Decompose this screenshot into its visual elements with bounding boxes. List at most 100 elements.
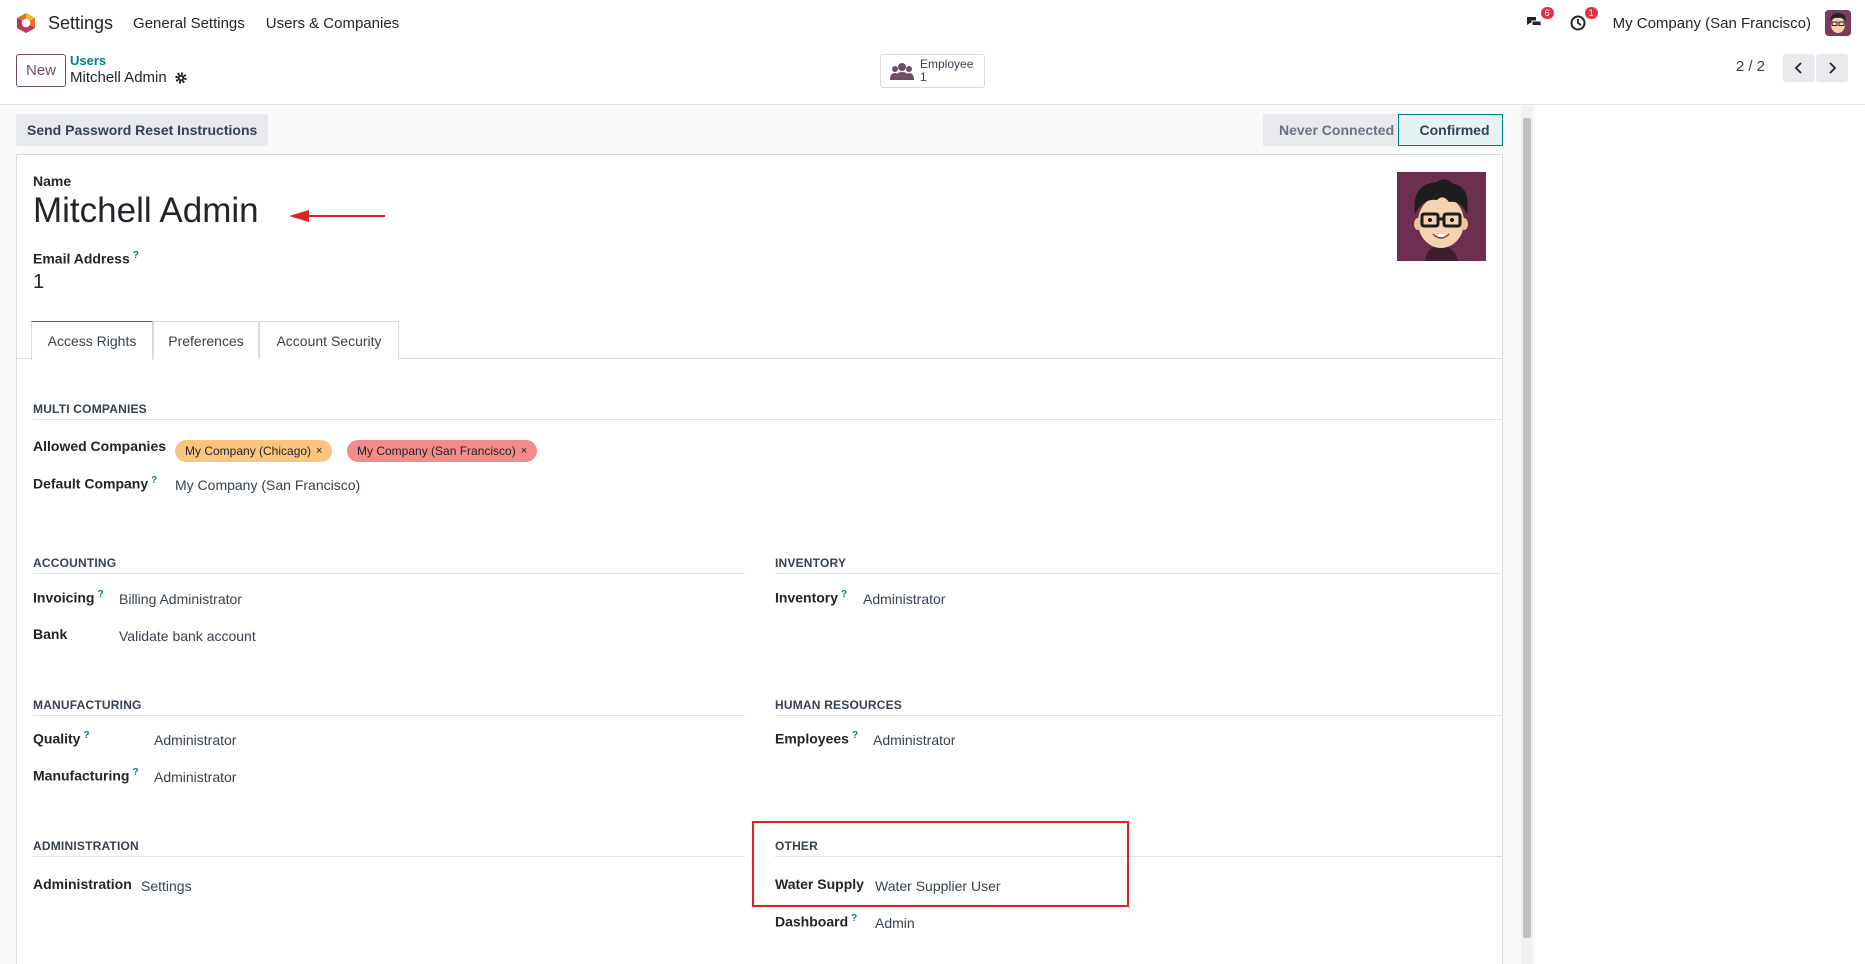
form-sheet: Name Mitchell Admin Email Address? 1 Acc… (16, 154, 1503, 964)
control-panel: New Users Mitchell Admin Employee 1 2 / … (0, 46, 1865, 105)
clock-icon (1570, 15, 1586, 31)
section-accounting: ACCOUNTING (33, 556, 117, 570)
scrollbar-thumb[interactable] (1523, 118, 1531, 938)
inventory-label-text: Inventory (775, 589, 839, 606)
section-human-resources: HUMAN RESOURCES (775, 698, 903, 712)
send-password-reset-button[interactable]: Send Password Reset Instructions (16, 114, 269, 146)
help-icon[interactable]: ? (132, 767, 138, 778)
help-icon[interactable]: ? (841, 589, 847, 600)
divider (33, 715, 745, 716)
company-switcher[interactable]: My Company (San Francisco) (1613, 15, 1811, 32)
bank-label: Bank (33, 626, 68, 642)
allowed-companies-label: Allowed Companies (33, 438, 167, 454)
employee-label: Employee (920, 57, 974, 71)
employees-label: Employees? (775, 730, 858, 747)
odoo-logo-icon[interactable] (15, 12, 37, 34)
administration-field[interactable]: Settings (141, 878, 192, 894)
pager-next-button[interactable] (1816, 54, 1848, 82)
quality-field[interactable]: Administrator (154, 732, 236, 748)
name-label: Name (33, 173, 72, 189)
divider (33, 419, 1503, 420)
pager-value[interactable]: 2 / 2 (1736, 58, 1765, 75)
bank-field[interactable]: Validate bank account (119, 628, 256, 644)
inventory-field[interactable]: Administrator (863, 591, 945, 607)
top-navbar: Settings General Settings Users & Compan… (0, 0, 1865, 46)
dashboard-label: Dashboard? (775, 913, 857, 930)
manufacturing-label: Manufacturing? (33, 767, 139, 784)
gear-icon[interactable] (174, 71, 188, 85)
tab-account-security[interactable]: Account Security (259, 321, 399, 359)
help-icon[interactable]: ? (133, 250, 139, 261)
email-label: Email Address? (33, 250, 139, 267)
default-company-label: Default Company? (33, 475, 157, 492)
chat-icon (1526, 17, 1542, 28)
pager-previous-button[interactable] (1783, 54, 1815, 82)
section-inventory: INVENTORY (775, 556, 847, 570)
default-company-label-text: Default Company (33, 475, 149, 492)
quality-label: Quality? (33, 730, 90, 747)
employee-smart-button[interactable]: Employee 1 (880, 54, 985, 88)
tag-remove-icon[interactable]: × (521, 445, 527, 457)
activities-badge: 1 (1584, 7, 1598, 19)
breadcrumb-current-label: Mitchell Admin (70, 69, 167, 86)
tag-chicago-label: My Company (Chicago) (185, 444, 312, 458)
help-icon[interactable]: ? (852, 730, 858, 741)
email-label-text: Email Address (33, 250, 130, 267)
employee-smart-text: Employee 1 (920, 58, 973, 84)
breadcrumb-users[interactable]: Users (70, 53, 106, 68)
inventory-label: Inventory? (775, 589, 847, 606)
tab-preferences[interactable]: Preferences (153, 321, 259, 359)
dashboard-label-text: Dashboard (775, 913, 849, 930)
section-administration: ADMINISTRATION (33, 839, 139, 853)
user-photo[interactable] (1397, 172, 1486, 261)
stage-confirmed[interactable]: Confirmed (1398, 114, 1503, 146)
messaging-button[interactable]: 6 (1523, 7, 1554, 34)
messages-badge: 6 (1540, 7, 1554, 19)
divider (775, 715, 1503, 716)
new-button[interactable]: New (16, 54, 66, 87)
empty-area (1536, 106, 1865, 964)
section-manufacturing: MANUFACTURING (33, 698, 142, 712)
default-company-field[interactable]: My Company (San Francisco) (175, 477, 360, 493)
user-photo-icon (1397, 172, 1486, 261)
divider (33, 573, 745, 574)
tag-remove-icon[interactable]: × (316, 445, 322, 457)
invoicing-field[interactable]: Billing Administrator (119, 591, 242, 607)
help-icon[interactable]: ? (851, 913, 857, 924)
vertical-scrollbar[interactable] (1521, 106, 1533, 964)
employees-field[interactable]: Administrator (873, 732, 955, 748)
users-icon (890, 63, 914, 80)
annotation-highlight-box (752, 821, 1129, 907)
app-name[interactable]: Settings (48, 13, 113, 34)
divider (775, 573, 1503, 574)
name-field[interactable]: Mitchell Admin (33, 191, 259, 231)
chevron-left-icon (1794, 62, 1802, 74)
status-bar: Send Password Reset Instructions Never C… (16, 114, 1503, 148)
section-multi-companies: MULTI COMPANIES (33, 402, 147, 416)
user-avatar[interactable] (1825, 10, 1851, 36)
breadcrumb-current: Mitchell Admin (70, 69, 188, 86)
email-field[interactable]: 1 (33, 271, 44, 294)
manufacturing-field[interactable]: Administrator (154, 769, 236, 785)
tag-sf-label: My Company (San Francisco) (357, 444, 516, 458)
administration-label: Administration (33, 876, 132, 892)
tag-chicago[interactable]: My Company (Chicago) × (175, 440, 333, 462)
tag-san-francisco[interactable]: My Company (San Francisco) × (347, 440, 538, 462)
chevron-right-icon (1829, 62, 1837, 74)
stage-never-connected[interactable]: Never Connected (1263, 114, 1398, 146)
invoicing-label: Invoicing? (33, 589, 104, 606)
employee-count: 1 (920, 70, 927, 84)
form-view: Send Password Reset Instructions Never C… (0, 106, 1536, 964)
help-icon[interactable]: ? (83, 730, 89, 741)
tab-access-rights[interactable]: Access Rights (31, 321, 153, 360)
dashboard-field[interactable]: Admin (875, 915, 915, 931)
divider (33, 856, 745, 857)
menu-users-companies[interactable]: Users & Companies (266, 15, 399, 32)
menu-general-settings[interactable]: General Settings (133, 15, 245, 32)
annotation-arrow-icon (289, 210, 385, 222)
manufacturing-label-text: Manufacturing (33, 767, 130, 784)
activities-button[interactable]: 1 (1567, 7, 1598, 34)
invoicing-label-text: Invoicing (33, 589, 95, 606)
help-icon[interactable]: ? (151, 475, 157, 486)
help-icon[interactable]: ? (97, 589, 103, 600)
